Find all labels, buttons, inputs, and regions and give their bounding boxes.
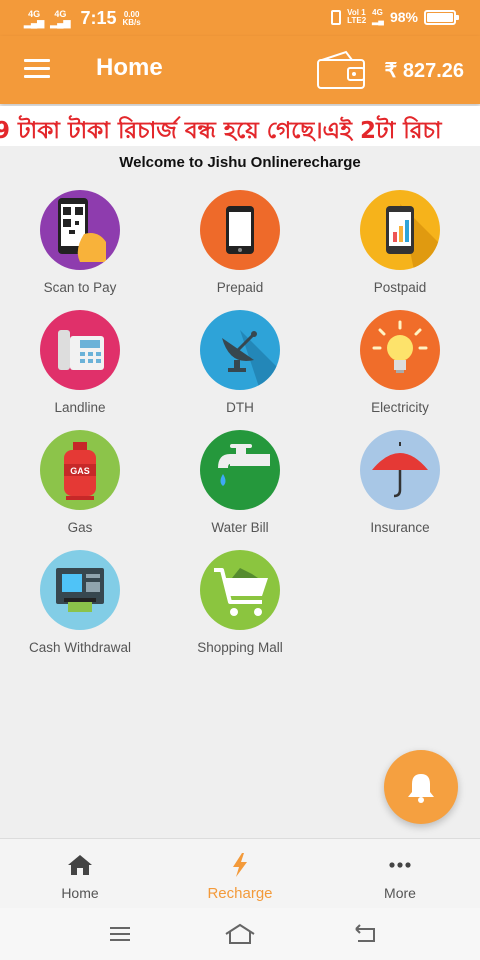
nav-item-more[interactable]: More bbox=[320, 839, 480, 909]
hamburger-menu-icon[interactable] bbox=[24, 59, 50, 79]
signal-strength-2: 4G ▂▄▆ bbox=[50, 9, 71, 28]
service-label: DTH bbox=[226, 400, 254, 415]
mobile-phone-icon bbox=[200, 190, 280, 270]
light-bulb-icon bbox=[360, 310, 440, 390]
shopping-cart-icon bbox=[200, 550, 280, 630]
service-electricity[interactable]: Electricity bbox=[340, 310, 460, 416]
system-navigation-bar bbox=[0, 908, 480, 960]
app-bar: Home ₹ 827.26 bbox=[0, 36, 480, 104]
status-bar: 4G ▂▄▆ 4G ▂▄▆ 7:15 0.00 KB/s Vol 1 LTE2 4G ▂▄… bbox=[0, 0, 480, 36]
volte-indicator: Vol 1 LTE2 bbox=[347, 9, 366, 25]
home-icon bbox=[68, 855, 92, 875]
system-home-icon[interactable] bbox=[224, 922, 256, 946]
signal-strength-1: 4G ▂▄▆ bbox=[24, 9, 45, 28]
gas-cylinder-icon: GAS bbox=[40, 430, 120, 510]
lte-label: LTE2 bbox=[347, 16, 367, 25]
lightning-bolt-icon bbox=[233, 853, 247, 877]
net-type: 4G ▂▄ bbox=[372, 9, 384, 25]
battery-fill bbox=[427, 12, 454, 22]
service-label: Gas bbox=[67, 520, 93, 535]
notification-fab[interactable] bbox=[384, 750, 458, 824]
nav-label: More bbox=[384, 885, 416, 901]
postpaid-phone-icon bbox=[360, 190, 440, 270]
more-dots-icon bbox=[389, 862, 411, 868]
service-label: Water Bill bbox=[211, 520, 269, 535]
umbrella-icon bbox=[360, 430, 440, 510]
bottom-navigation: Home Recharge More bbox=[0, 838, 480, 908]
service-prepaid[interactable]: Prepaid bbox=[180, 190, 300, 296]
service-label: Electricity bbox=[371, 400, 429, 415]
welcome-text: Welcome to Jishu Onlinerecharge bbox=[119, 154, 361, 171]
vibrate-icon bbox=[331, 9, 342, 25]
service-shopping-mall[interactable]: Shopping Mall bbox=[180, 550, 300, 656]
service-dth[interactable]: DTH bbox=[180, 310, 300, 416]
service-water-bill[interactable]: Water Bill bbox=[180, 430, 300, 536]
status-right: Vol 1 LTE2 4G ▂▄ 98% bbox=[331, 9, 459, 25]
landline-phone-icon bbox=[40, 310, 120, 390]
wallet-balance[interactable]: ₹ 827.26 bbox=[385, 58, 464, 83]
service-gas[interactable]: GAS Gas bbox=[20, 430, 140, 536]
service-landline[interactable]: Landline bbox=[20, 310, 140, 416]
signal-bars-icon: ▂▄▆ bbox=[50, 17, 71, 28]
nav-label: Home bbox=[61, 885, 99, 901]
speed-unit: KB/s bbox=[122, 17, 141, 27]
status-left: 4G ▂▄▆ 4G ▂▄▆ 7:15 0.00 KB/s bbox=[24, 8, 141, 29]
nav-label: Recharge bbox=[207, 885, 273, 902]
clock: 7:15 bbox=[80, 8, 117, 28]
qr-scan-icon bbox=[40, 190, 120, 270]
network-speed: 0.00 KB/s bbox=[122, 10, 141, 27]
marquee-text: 9 টাকা টাকা রিচার্জ বন্ধ হয়ে গেছে।এই 2ট… bbox=[0, 118, 442, 144]
service-cash-withdrawal[interactable]: Cash Withdrawal bbox=[20, 550, 140, 656]
page-title: Home bbox=[96, 54, 163, 81]
service-label: Cash Withdrawal bbox=[28, 640, 132, 655]
nav-item-recharge[interactable]: Recharge bbox=[160, 839, 320, 909]
battery-percent: 98% bbox=[389, 9, 418, 25]
service-label: Postpaid bbox=[373, 280, 427, 295]
atm-icon bbox=[40, 550, 120, 630]
service-insurance[interactable]: Insurance bbox=[340, 430, 460, 536]
gas-text: GAS bbox=[70, 466, 90, 476]
satellite-dish-icon bbox=[200, 310, 280, 390]
announcement-marquee: 9 টাকা টাকা রিচার্জ বন্ধ হয়ে গেছে।এই 2ট… bbox=[0, 106, 480, 146]
service-label: Landline bbox=[54, 400, 106, 415]
water-tap-icon bbox=[200, 430, 280, 510]
service-label: Scan to Pay bbox=[43, 280, 117, 295]
bell-icon bbox=[408, 774, 434, 803]
service-label: Insurance bbox=[370, 520, 430, 535]
wallet-icon[interactable] bbox=[316, 50, 366, 90]
service-postpaid[interactable]: Postpaid bbox=[340, 190, 460, 296]
signal-bars-icon: ▂▄▆ bbox=[24, 17, 45, 28]
service-label: Shopping Mall bbox=[197, 640, 283, 655]
system-menu-icon[interactable] bbox=[104, 922, 136, 946]
service-label: Prepaid bbox=[216, 280, 264, 295]
signal-bars-icon: ▂▄ bbox=[372, 16, 384, 25]
nav-item-home[interactable]: Home bbox=[0, 839, 160, 909]
system-back-icon[interactable] bbox=[350, 922, 382, 946]
service-scan-to-pay[interactable]: Scan to Pay bbox=[20, 190, 140, 296]
battery-icon bbox=[424, 9, 459, 25]
